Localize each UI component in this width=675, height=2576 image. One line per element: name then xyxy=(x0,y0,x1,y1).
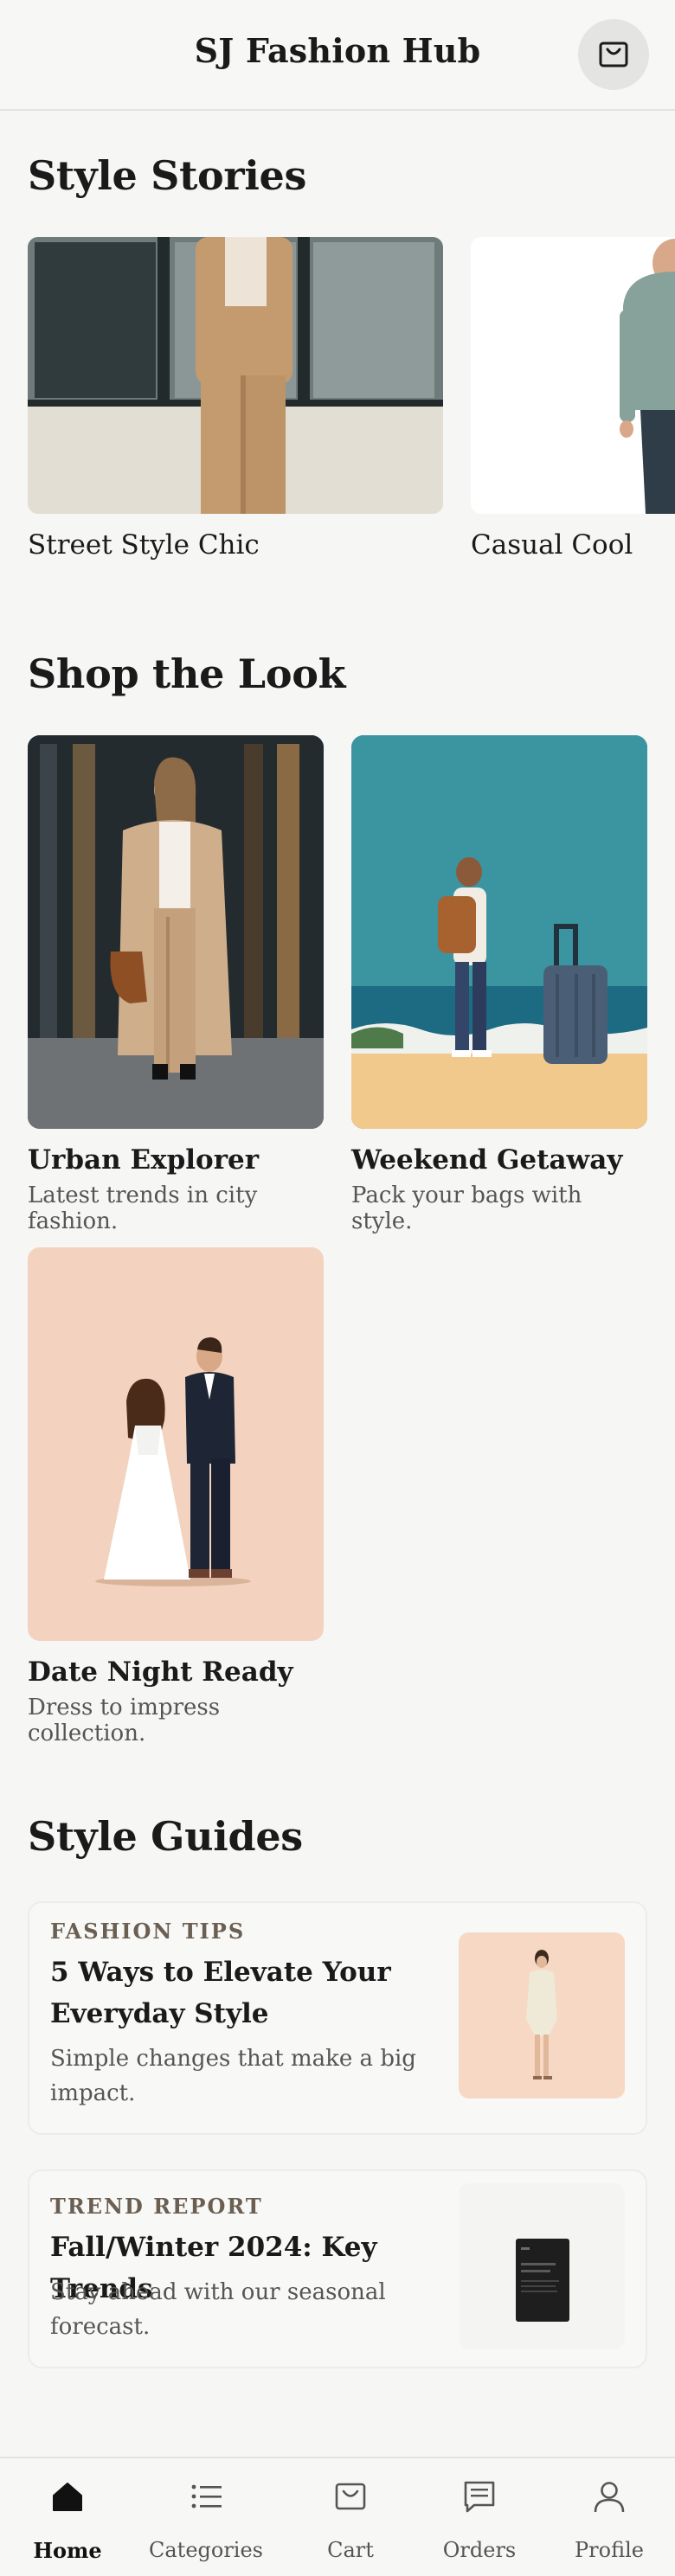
shopping-bag-icon xyxy=(335,2483,366,2510)
header-cart-button[interactable] xyxy=(578,19,649,90)
nav-item-cart[interactable]: Cart xyxy=(283,2458,418,2576)
home-icon xyxy=(53,2483,82,2511)
guide-tag: FASHION TIPS xyxy=(50,1919,246,1944)
look-subtitle: Pack your bags with style. xyxy=(351,1182,582,1234)
nav-item-orders[interactable]: Orders xyxy=(412,2458,547,2576)
look-image-date-night xyxy=(28,1247,324,1641)
app-title: SJ Fashion Hub xyxy=(194,31,481,70)
look-image-weekend-getaway xyxy=(351,735,647,1129)
story-card-street-style[interactable]: Street Style Chic xyxy=(28,237,443,561)
look-card-urban-explorer[interactable]: Urban Explorer Latest trends in city fas… xyxy=(28,735,324,1234)
style-stories-heading: Style Stories xyxy=(28,152,307,199)
nav-item-home[interactable]: Home xyxy=(0,2458,135,2576)
guide-card-trend-report[interactable]: TREND REPORT Fall/Winter 2024: Key Trend… xyxy=(28,2169,647,2368)
look-title: Date Night Ready xyxy=(28,1656,293,1688)
user-icon xyxy=(594,2482,625,2513)
app-header: SJ Fashion Hub xyxy=(0,0,675,111)
guide-description: Stay ahead with our seasonal forecast. xyxy=(50,2279,386,2340)
story-label: Casual Cool xyxy=(471,529,633,561)
nav-item-profile[interactable]: Profile xyxy=(542,2458,675,2576)
nav-label-home: Home xyxy=(33,2538,102,2563)
look-subtitle: Latest trends in city fashion. xyxy=(28,1182,258,1234)
look-subtitle: Dress to impress collection. xyxy=(28,1695,221,1746)
nav-label-orders: Orders xyxy=(442,2538,517,2562)
nav-label-categories: Categories xyxy=(149,2538,263,2562)
shop-the-look-heading: Shop the Look xyxy=(28,650,346,697)
nav-item-categories[interactable]: Categories xyxy=(138,2458,273,2576)
story-card-casual-cool[interactable]: Casual Cool xyxy=(471,237,675,561)
nav-label-cart: Cart xyxy=(327,2538,374,2562)
style-guides-heading: Style Guides xyxy=(28,1813,303,1860)
story-image-casual-cool xyxy=(471,237,675,514)
guide-title: 5 Ways to Elevate Your Everyday Style xyxy=(50,1957,391,2029)
guide-tag: TREND REPORT xyxy=(50,2194,263,2219)
bottom-navigation: Home Categories Cart Orders Profile xyxy=(0,2457,675,2576)
guide-thumbnail-trend-report xyxy=(459,2183,625,2349)
guide-thumbnail-fashion-tips xyxy=(459,1932,625,2099)
look-title: Urban Explorer xyxy=(28,1144,260,1176)
look-card-date-night[interactable]: Date Night Ready Dress to impress collec… xyxy=(28,1247,324,1746)
story-image-street-style xyxy=(28,237,443,514)
look-card-weekend-getaway[interactable]: Weekend Getaway Pack your bags with styl… xyxy=(351,735,647,1234)
look-image-urban-explorer xyxy=(28,735,324,1129)
receipt-icon xyxy=(464,2481,495,2513)
story-label: Street Style Chic xyxy=(28,529,260,561)
look-title: Weekend Getaway xyxy=(351,1144,623,1176)
list-icon xyxy=(191,2484,222,2509)
guide-card-fashion-tips[interactable]: FASHION TIPS 5 Ways to Elevate Your Ever… xyxy=(28,1901,647,2135)
guide-description: Simple changes that make a big impact. xyxy=(50,2046,416,2106)
nav-label-profile: Profile xyxy=(575,2538,644,2562)
shopping-bag-icon xyxy=(599,42,628,67)
